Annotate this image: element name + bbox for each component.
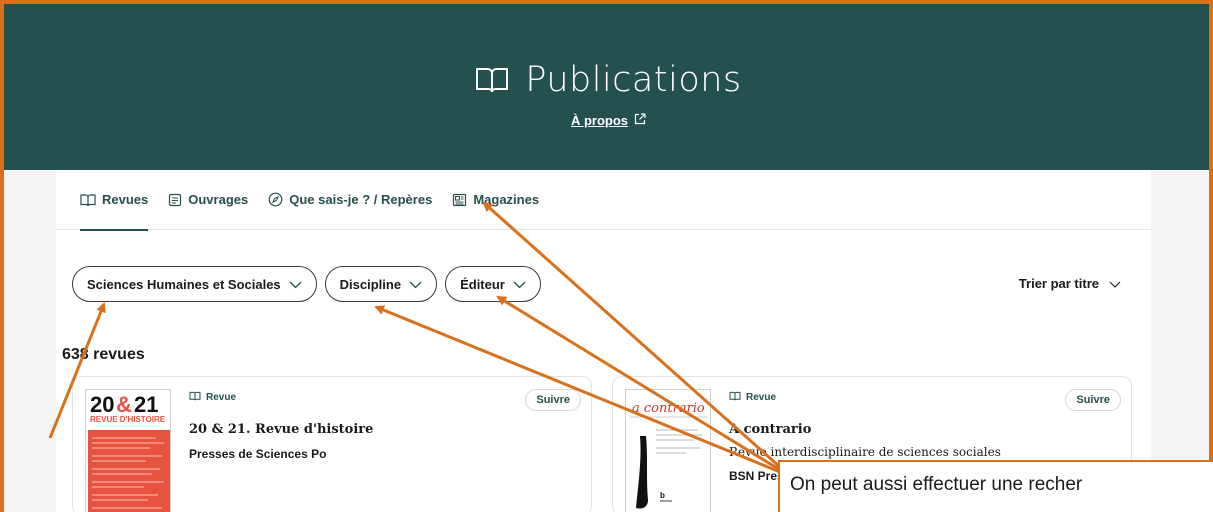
svg-text:b: b [660, 491, 665, 500]
svg-text:20: 20 [90, 392, 114, 417]
card-type: Revue [729, 391, 1119, 404]
follow-button[interactable]: Suivre [1065, 389, 1121, 411]
annotation-callout: On peut aussi effectuer une recher [778, 460, 1213, 512]
document-icon [168, 193, 182, 207]
page-title: Publications [525, 60, 742, 100]
filter-label: Éditeur [460, 276, 505, 292]
filter-bar: Sciences Humaines et Sociales Discipline… [72, 266, 541, 302]
svg-text:REVUE D'HISTOIRE: REVUE D'HISTOIRE [90, 415, 166, 424]
book-open-icon [475, 65, 509, 95]
journal-title[interactable]: 20 & 21. Revue d'histoire [189, 422, 579, 437]
newspaper-icon [452, 193, 467, 207]
follow-button[interactable]: Suivre [525, 389, 581, 411]
tab-label: Ouvrages [188, 192, 249, 207]
tab-revues[interactable]: Revues [80, 170, 149, 231]
tab-que-sais-je[interactable]: Que sais-je ? / Repères [268, 170, 432, 230]
card-type-label: Revue [746, 392, 777, 403]
tab-label: Revues [102, 192, 149, 207]
svg-text:21: 21 [134, 392, 158, 417]
cover-title: a contrario [632, 401, 705, 416]
filter-editeur[interactable]: Éditeur [445, 266, 541, 302]
filter-discipline[interactable]: Discipline [324, 266, 438, 302]
card-type: Revue [189, 391, 579, 404]
screenshot-frame: Publications À propos Revues Ouvrages Qu… [0, 0, 1213, 512]
external-link-icon [634, 113, 646, 128]
sort-dropdown[interactable]: Trier par titre [1019, 276, 1121, 291]
journal-card[interactable]: 20 & 21 REVUE D'HISTOIRE Revue 20 & 21. … [72, 376, 592, 512]
book-open-icon [80, 193, 96, 207]
chevron-down-icon [513, 277, 526, 292]
svg-text:&: & [116, 392, 132, 417]
tab-ouvrages[interactable]: Ouvrages [168, 170, 248, 230]
journal-cover[interactable]: 20 & 21 REVUE D'HISTOIRE [85, 389, 171, 512]
tab-label: Magazines [473, 192, 540, 207]
journal-publisher: Presses de Sciences Po [189, 447, 327, 461]
journal-title[interactable]: A contrario [729, 422, 1119, 437]
filter-label: Discipline [339, 276, 402, 292]
filter-label: Sciences Humaines et Sociales [87, 276, 281, 292]
page-title-row: Publications [4, 60, 1209, 100]
tab-magazines[interactable]: Magazines [452, 170, 539, 230]
chevron-down-icon [1109, 276, 1121, 291]
journal-subtitle: Revue interdisciplinaire de sciences soc… [729, 445, 1001, 459]
book-open-icon [729, 391, 741, 404]
about-link[interactable]: À propos [571, 113, 628, 128]
chevron-down-icon [409, 277, 422, 292]
publication-tabs: Revues Ouvrages Que sais-je ? / Repères … [56, 170, 1151, 231]
compass-icon [268, 192, 283, 207]
page-header: Publications À propos [4, 4, 1209, 170]
chevron-down-icon [289, 277, 302, 292]
tab-label: Que sais-je ? / Repères [289, 192, 433, 207]
book-open-icon [189, 391, 201, 404]
journal-cover[interactable]: a contrario b [625, 389, 711, 512]
results-count: 638 revues [62, 346, 145, 363]
about-row: À propos [4, 113, 1209, 128]
card-body: Revue 20 & 21. Revue d'histoire Presses … [189, 391, 579, 461]
sort-label: Trier par titre [1018, 276, 1099, 291]
card-type-label: Revue [206, 392, 237, 403]
filter-domain[interactable]: Sciences Humaines et Sociales [72, 266, 317, 302]
